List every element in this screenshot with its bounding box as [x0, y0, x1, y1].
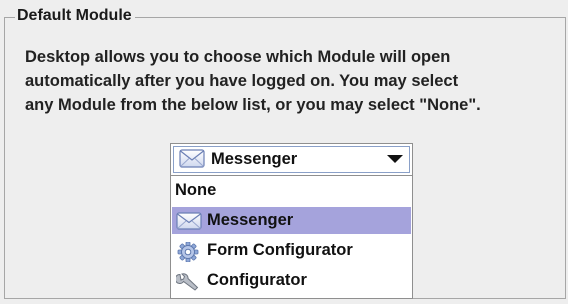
module-dropdown[interactable]: Messenger	[170, 143, 413, 176]
option-label: None	[175, 181, 217, 199]
envelope-icon	[176, 212, 202, 239]
dropdown-selected-value: Messenger	[211, 150, 298, 168]
chevron-down-icon[interactable]	[387, 155, 403, 163]
module-description: Desktop allows you to choose which Modul…	[25, 45, 563, 117]
option-label: Messenger	[207, 211, 294, 229]
description-line: Desktop allows you to choose which Modul…	[25, 48, 451, 66]
envelope-icon	[179, 149, 205, 173]
option-none[interactable]: None	[172, 177, 411, 204]
option-configurator[interactable]: Configurator	[172, 267, 411, 294]
option-label: Form Configurator	[207, 241, 353, 259]
option-form-configurator[interactable]: Form Configurator	[172, 237, 411, 264]
wrench-icon	[174, 272, 200, 301]
group-title: Default Module	[15, 6, 135, 26]
option-label: Configurator	[207, 271, 307, 289]
option-messenger[interactable]: Messenger	[172, 207, 411, 234]
description-line: any Module from the below list, or you m…	[25, 96, 481, 114]
module-dropdown-list: None Messenger Form Configurator Configu…	[170, 175, 413, 299]
description-line: automatically after you have logged on. …	[25, 72, 459, 90]
